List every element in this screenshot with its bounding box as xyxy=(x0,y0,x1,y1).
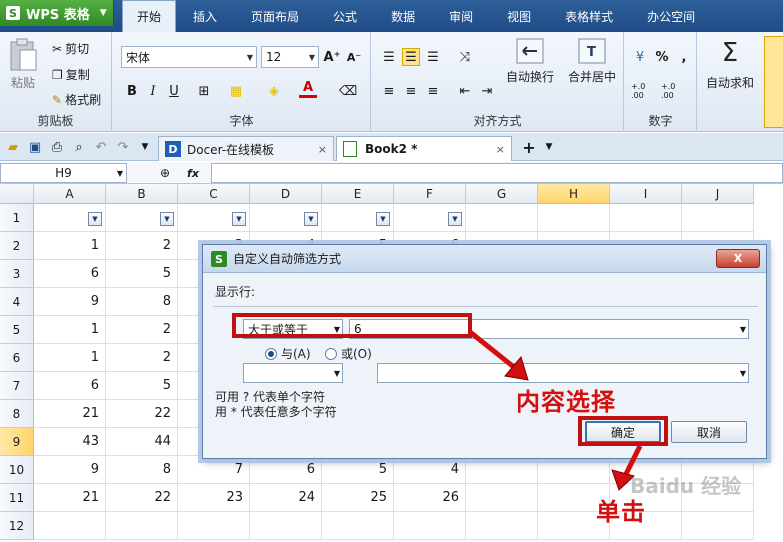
baidu-watermark: Baidu 经验 xyxy=(630,474,742,498)
annotation-click: 单击 xyxy=(596,498,646,526)
annotation-arrows xyxy=(468,330,643,491)
annotation-select-content: 内容选择 xyxy=(516,388,616,416)
